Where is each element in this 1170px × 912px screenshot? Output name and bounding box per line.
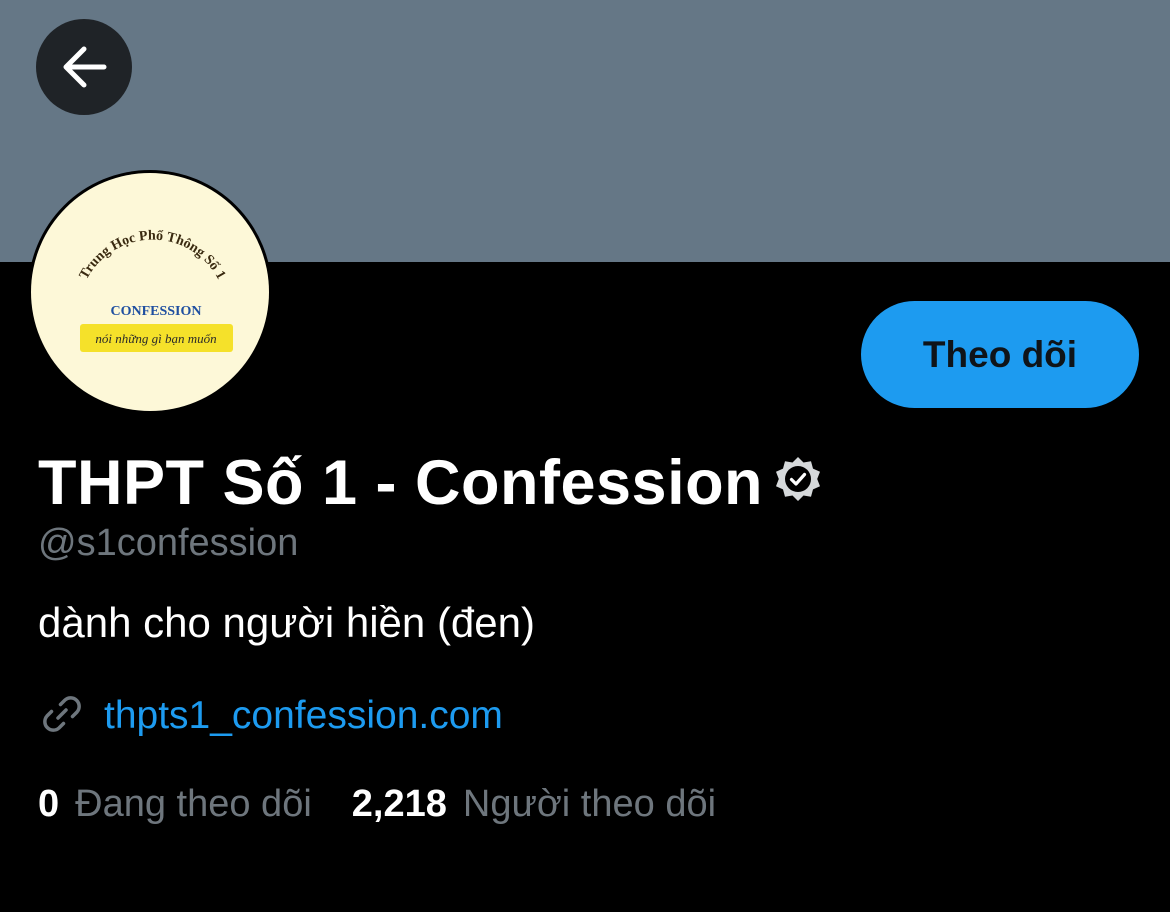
link-icon bbox=[38, 690, 86, 743]
username-handle: @s1confession bbox=[38, 522, 299, 564]
name-row: THPT Số 1 - Confession bbox=[38, 444, 823, 522]
verified-badge-icon[interactable] bbox=[773, 454, 823, 509]
back-button[interactable] bbox=[36, 19, 132, 115]
followers-stat[interactable]: 2,218 Người theo dõi bbox=[352, 783, 716, 826]
arrow-left-icon bbox=[58, 41, 110, 93]
display-name: THPT Số 1 - Confession bbox=[38, 448, 764, 518]
avatar-tagline: nói những gì bạn muốn bbox=[95, 331, 216, 346]
profile-bio: dành cho người hiền (đen) bbox=[38, 599, 535, 646]
following-stat[interactable]: 0 Đang theo dõi bbox=[38, 783, 312, 826]
follow-button[interactable]: Theo dõi bbox=[861, 301, 1139, 408]
profile-avatar[interactable]: Trung Học Phổ Thông Số 1 CONFESSION nói … bbox=[28, 170, 272, 414]
avatar-arc-text: Trung Học Phổ Thông Số 1 bbox=[77, 229, 228, 282]
following-count: 0 bbox=[38, 782, 60, 825]
website-link[interactable]: thpts1_confession.com bbox=[104, 694, 503, 738]
avatar-title: CONFESSION bbox=[110, 304, 201, 319]
followers-count: 2,218 bbox=[351, 782, 447, 825]
avatar-logo: Trung Học Phổ Thông Số 1 CONFESSION nói … bbox=[31, 173, 269, 411]
followers-label: Người theo dõi bbox=[462, 782, 717, 825]
following-label: Đang theo dõi bbox=[75, 782, 312, 825]
website-row: thpts1_confession.com bbox=[38, 690, 503, 742]
follow-stats: 0 Đang theo dõi 2,218 Người theo dõi bbox=[38, 778, 716, 830]
